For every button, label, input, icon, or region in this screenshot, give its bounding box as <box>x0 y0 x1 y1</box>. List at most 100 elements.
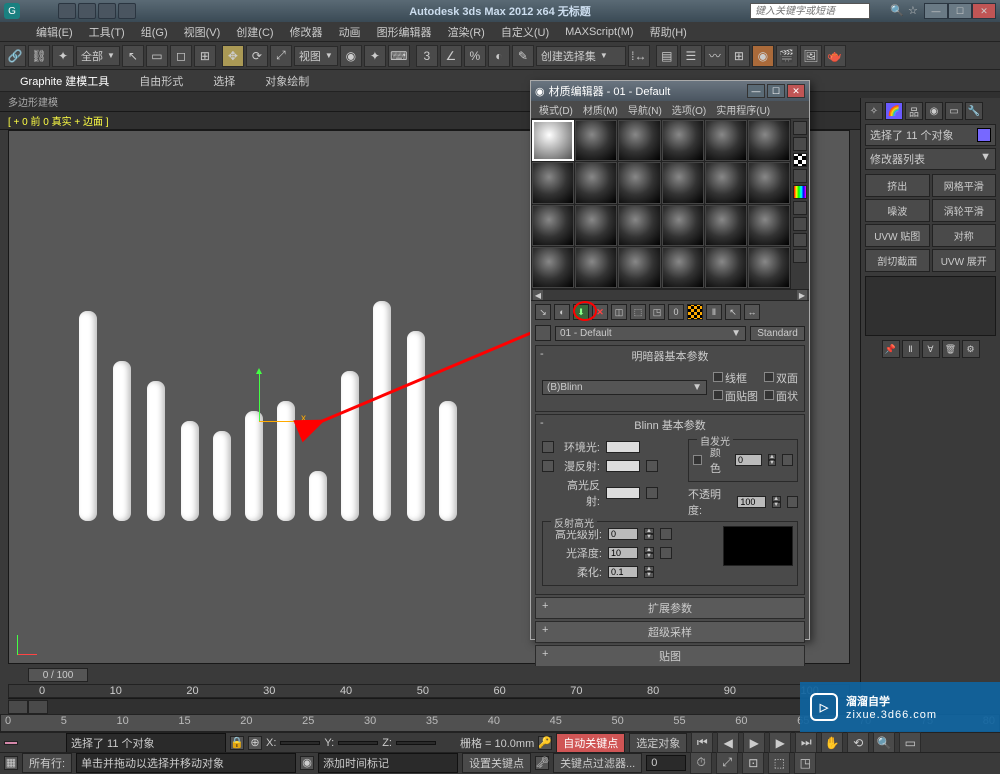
diffuse-map-button[interactable] <box>646 460 658 472</box>
select-icon[interactable]: ↖ <box>122 45 144 67</box>
rendered-frame-icon[interactable]: 🖼 <box>800 45 822 67</box>
rollout-toggle[interactable]: - <box>540 348 544 360</box>
modifier-stack[interactable] <box>865 276 996 336</box>
rollout-toggle[interactable]: + <box>542 648 548 660</box>
track-bar[interactable]: 0102030405060708090100 <box>8 684 850 698</box>
opacity-spinner[interactable]: 100 <box>737 496 765 508</box>
scene-cylinder[interactable] <box>245 411 263 521</box>
mod-btn-slice[interactable]: 剖切截面 <box>865 249 930 272</box>
qat-dd[interactable] <box>118 3 136 19</box>
sample-slot[interactable] <box>662 120 704 161</box>
mod-btn-uvwmap[interactable]: UVW 贴图 <box>865 224 930 247</box>
put-to-lib-icon[interactable]: ◳ <box>649 304 665 320</box>
mat-minimize[interactable]: — <box>747 84 765 98</box>
nav-zoomall-icon[interactable]: ⊡ <box>742 752 764 774</box>
select-by-mat-icon[interactable] <box>793 233 807 247</box>
gloss-spinner[interactable]: 10 <box>608 547 638 559</box>
time-slider-handle[interactable]: 0 / 100 <box>28 668 88 682</box>
rollout-toggle[interactable]: + <box>542 624 548 636</box>
mod-btn-uvwunwrap[interactable]: UVW 展开 <box>932 249 997 272</box>
menu-help[interactable]: 帮助(H) <box>644 22 693 42</box>
viewport-label[interactable]: [ + 0 前 0 真实 + 边面 ] <box>0 112 1000 130</box>
select-move-icon[interactable]: ✥ <box>222 45 244 67</box>
all-rows-label[interactable]: 所有行: <box>22 753 72 773</box>
sample-slot[interactable] <box>662 247 704 288</box>
time-tag-field[interactable]: 添加时间标记 <box>318 753 458 773</box>
modifier-list-dropdown[interactable]: 修改器列表 <box>865 148 996 170</box>
scene-cylinder[interactable] <box>79 311 97 521</box>
nav-orbit-icon[interactable]: ⟲ <box>847 732 869 754</box>
manip-icon[interactable]: ✦ <box>364 45 386 67</box>
background-icon[interactable] <box>793 153 807 167</box>
soften-spinner[interactable]: 0.1 <box>608 566 638 578</box>
menu-rendering[interactable]: 渲染(R) <box>442 22 491 42</box>
two-sided-checkbox[interactable] <box>764 372 774 382</box>
options-icon[interactable] <box>793 217 807 231</box>
sample-slot-selected[interactable] <box>532 120 574 161</box>
mod-btn-symmetry[interactable]: 对称 <box>932 224 997 247</box>
nav-zoomext-icon[interactable]: ⤢ <box>716 752 738 774</box>
sample-slot[interactable] <box>575 162 617 203</box>
layers-icon[interactable]: ☰ <box>680 45 702 67</box>
go-sibling-icon[interactable]: ↔ <box>744 304 760 320</box>
video-color-icon[interactable] <box>793 185 807 199</box>
transform-z-input[interactable] <box>396 741 436 745</box>
time-config-icon[interactable]: ⏱ <box>690 752 712 774</box>
mat-menu-utils[interactable]: 实用程序(U) <box>712 101 774 118</box>
sample-slot[interactable] <box>618 162 660 203</box>
put-to-scene-icon[interactable]: ◐ <box>554 304 570 320</box>
selfillum-checkbox[interactable] <box>693 455 702 465</box>
mat-menu-material[interactable]: 材质(M) <box>579 101 622 118</box>
sample-slot[interactable] <box>575 205 617 246</box>
scroll-right-icon[interactable]: ▶ <box>797 290 807 300</box>
sample-slot[interactable] <box>705 120 747 161</box>
scene-cylinder[interactable] <box>181 421 199 521</box>
menu-tools[interactable]: 工具(T) <box>83 22 131 42</box>
window-close[interactable]: ✕ <box>972 3 996 19</box>
facemap-checkbox[interactable] <box>713 390 723 400</box>
sample-slot[interactable] <box>748 120 790 161</box>
scene-cylinder[interactable] <box>213 431 231 521</box>
sample-slot[interactable] <box>618 205 660 246</box>
menu-modifiers[interactable]: 修改器 <box>284 22 329 42</box>
current-frame-input[interactable]: 0 <box>646 755 686 771</box>
next-frame-icon[interactable]: ▶ <box>769 732 791 754</box>
window-crossing-icon[interactable]: ⊞ <box>194 45 216 67</box>
window-maximize[interactable]: ☐ <box>948 3 972 19</box>
display-tab-icon[interactable]: ▭ <box>945 102 963 120</box>
sample-slot[interactable] <box>575 120 617 161</box>
play-icon[interactable]: ▶ <box>743 732 765 754</box>
curve-editor-icon[interactable]: 〰 <box>704 45 726 67</box>
align-icon[interactable]: ▤ <box>656 45 678 67</box>
material-editor-icon[interactable]: ◉ <box>752 45 774 67</box>
backlight-icon[interactable] <box>793 137 807 151</box>
show-map-viewport-icon[interactable] <box>687 304 703 320</box>
utilities-tab-icon[interactable]: 🔧 <box>965 102 983 120</box>
isolate-icon[interactable]: ◉ <box>300 756 314 770</box>
unlink-icon[interactable]: ⛓ <box>28 45 50 67</box>
ribbon-tab-graphite[interactable]: Graphite 建模工具 <box>20 73 109 89</box>
sample-slot[interactable] <box>532 247 574 288</box>
select-rotate-icon[interactable]: ⟳ <box>246 45 268 67</box>
menu-maxscript[interactable]: MAXScript(M) <box>559 24 639 40</box>
shader-dropdown[interactable]: (B)Blinn <box>542 380 707 395</box>
select-scale-icon[interactable]: ⤢ <box>270 45 292 67</box>
qat-redo[interactable] <box>78 3 96 19</box>
sample-slots[interactable] <box>531 119 791 289</box>
nav-max-icon[interactable]: ⬚ <box>768 752 790 774</box>
goto-start-icon[interactable]: ⏮ <box>691 732 713 754</box>
trackbar-key-icon[interactable] <box>28 700 48 714</box>
render-setup-icon[interactable]: 🎬 <box>776 45 798 67</box>
rollout-toggle[interactable]: + <box>542 600 548 612</box>
sample-slot[interactable] <box>705 247 747 288</box>
pick-material-icon[interactable] <box>535 325 551 341</box>
unique-icon[interactable]: ∀ <box>922 340 940 358</box>
assign-to-selection-icon[interactable]: ⬇ <box>573 304 589 320</box>
mod-btn-noise[interactable]: 噪波 <box>865 199 930 222</box>
qat-link[interactable] <box>98 3 116 19</box>
show-end-icon[interactable]: Ⅱ <box>902 340 920 358</box>
sample-slot[interactable] <box>748 205 790 246</box>
autokey-button[interactable]: 自动关键点 <box>556 733 625 753</box>
opacity-map-button[interactable] <box>787 496 798 508</box>
listener-icon[interactable]: ▦ <box>4 756 18 770</box>
